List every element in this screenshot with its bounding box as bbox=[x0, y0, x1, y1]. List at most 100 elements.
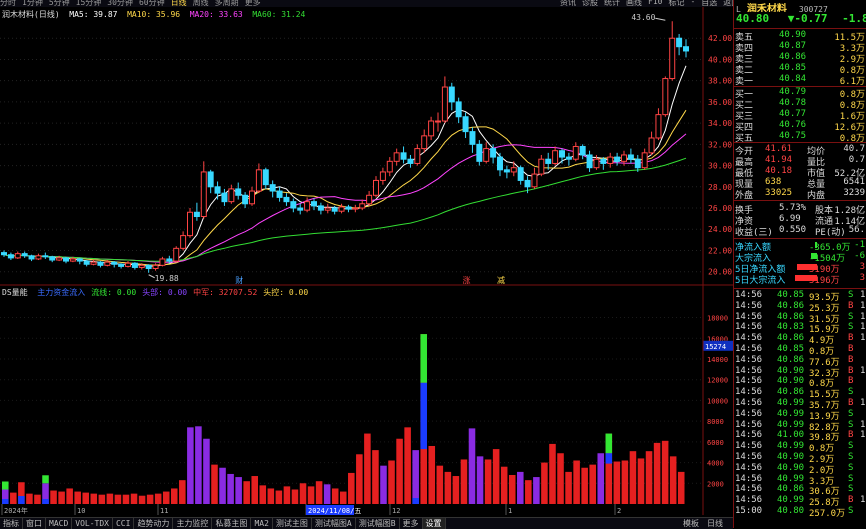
trade-side: B bbox=[848, 300, 854, 311]
bid-row[interactable]: 买四 40.76 12.6万 bbox=[735, 120, 866, 131]
stat-row[interactable]: 现量 638 总量 6541 bbox=[735, 177, 866, 188]
indicator-tab-2[interactable]: MACD bbox=[46, 518, 73, 529]
volume-bar bbox=[372, 450, 379, 504]
trade-row[interactable]: 14:56 40.86 15.5万 S bbox=[735, 387, 866, 398]
stat-row[interactable]: 今开 41.61 均价 40.7 bbox=[735, 144, 866, 155]
trade-row[interactable]: 14:56 40.99 25.8万 B 1 bbox=[735, 495, 866, 506]
trade-volume: 257.0万 bbox=[809, 509, 846, 517]
indicator-tab-12[interactable]: 更多 bbox=[400, 518, 423, 529]
trade-row[interactable]: 14:56 40.85 0.8万 B bbox=[735, 344, 866, 355]
flow-row[interactable]: 大宗流入 -1504万 -6 bbox=[735, 251, 866, 262]
indicator-tab-0[interactable]: 指标 bbox=[0, 518, 23, 529]
bid-row[interactable]: 买三 40.77 1.6万 bbox=[735, 109, 866, 120]
trade-row[interactable]: 14:56 40.86 77.6万 B bbox=[735, 355, 866, 366]
candle-body bbox=[7, 254, 14, 259]
volume-flag-blue bbox=[2, 499, 9, 504]
right-tab-1[interactable]: 日线 bbox=[707, 518, 723, 529]
price-change: ▼-0.77 bbox=[787, 12, 828, 25]
trade-time: 15:00 bbox=[735, 506, 763, 516]
trade-row[interactable]: 14:56 40.85 93.5万 S 1 bbox=[735, 290, 866, 301]
chart-canvas[interactable]: 42.00 40.00 38.00 36.00 34.00 32.00 30.00 28.00… bbox=[0, 7, 733, 515]
indicator-tab-13[interactable]: 设置 bbox=[422, 518, 446, 529]
trade-row[interactable]: 14:56 40.90 0.8万 B bbox=[735, 376, 866, 387]
volume-bar bbox=[404, 427, 411, 504]
flow-label: 5日净流入额 bbox=[735, 265, 786, 273]
trade-row[interactable]: 14:56 40.90 2.0万 S bbox=[735, 463, 866, 474]
trade-row[interactable]: 14:56 40.99 0.8万 S bbox=[735, 441, 866, 452]
volume-tick: 4000 bbox=[707, 460, 724, 468]
ask-row[interactable]: 卖三 40.86 2.9万 bbox=[735, 52, 866, 63]
ask-row[interactable]: 卖五 40.90 11.5万 bbox=[735, 30, 866, 41]
candle-body bbox=[407, 158, 414, 164]
trade-row[interactable]: 14:56 40.90 2.9万 S bbox=[735, 452, 866, 463]
candle-body bbox=[235, 188, 242, 196]
indicator-tab-8[interactable]: MA2 bbox=[251, 518, 273, 529]
volume-bar bbox=[98, 494, 106, 504]
indicator-tab-9[interactable]: 测试主图 bbox=[273, 518, 312, 529]
indicator-tab-5[interactable]: 趋势动力 bbox=[134, 518, 174, 529]
trade-row[interactable]: 15:00 40.80 257.0万 S bbox=[735, 506, 866, 517]
event-marker[interactable]: 涨 bbox=[463, 275, 471, 285]
stat-row[interactable]: 外盘 33025 内盘 3239 bbox=[735, 188, 866, 199]
trade-count: 1 bbox=[860, 365, 866, 376]
trade-side: B bbox=[848, 430, 854, 441]
volume-bar bbox=[26, 493, 33, 504]
date-tick: 2024/11/08/五 bbox=[308, 507, 361, 515]
stat-label: 外盘 bbox=[735, 191, 754, 199]
volume-bar bbox=[573, 460, 580, 504]
trade-count: 1 bbox=[860, 311, 866, 322]
trade-row[interactable]: 14:56 40.83 15.9万 S 1 bbox=[735, 322, 866, 333]
trade-row[interactable]: 14:56 40.86 4.9万 B 1 bbox=[735, 333, 866, 344]
flow-row[interactable]: 净流入额 -365.0万 -1 bbox=[735, 240, 866, 251]
candle-body bbox=[49, 256, 56, 261]
volume-bar bbox=[10, 492, 17, 504]
legend-title: 润木材料(日线) bbox=[2, 10, 60, 19]
candle-body bbox=[104, 261, 111, 266]
trade-row[interactable]: 14:56 40.86 31.5万 S 1 bbox=[735, 312, 866, 323]
stat-row[interactable]: 收益(三) 0.550 PE(动) 56. bbox=[735, 225, 866, 236]
ask-row[interactable]: 卖四 40.87 3.3万 bbox=[735, 41, 866, 52]
indicator-tab-11[interactable]: 测试幅图B bbox=[356, 518, 400, 529]
trade-time: 14:56 bbox=[735, 290, 763, 300]
bid-volume: 12.6万 bbox=[834, 123, 865, 131]
stat-row[interactable]: 换手 5.73% 股本 1.28亿 bbox=[735, 203, 866, 214]
ask-price: 40.87 bbox=[779, 41, 807, 51]
stat-value: 40.18 bbox=[765, 166, 793, 176]
stat-row[interactable]: 最高 41.94 量比 0.7 bbox=[735, 155, 866, 166]
volume-tick: 14000 bbox=[707, 356, 728, 364]
indicator-tab-7[interactable]: 私募主图 bbox=[212, 518, 252, 529]
bid-row[interactable]: 买二 40.78 0.8万 bbox=[735, 98, 866, 109]
event-marker[interactable]: 财 bbox=[235, 275, 243, 285]
stat-row[interactable]: 净资 6.99 流通 1.14亿 bbox=[735, 214, 866, 225]
bid-volume: 0.8万 bbox=[839, 134, 865, 142]
trade-row[interactable]: 14:56 40.90 32.3万 B 1 bbox=[735, 366, 866, 377]
indicator-tab-6[interactable]: 主力监控 bbox=[173, 518, 213, 529]
trade-row[interactable]: 14:56 40.99 13.9万 S bbox=[735, 409, 866, 420]
kline-chart[interactable]: 42.00 40.00 38.00 36.00 34.00 32.00 30.00 28.00… bbox=[0, 7, 733, 515]
candle-body bbox=[614, 156, 621, 162]
trade-row[interactable]: 14:56 40.86 30.6万 S bbox=[735, 484, 866, 495]
right-tab-0[interactable]: 模板 bbox=[683, 518, 699, 529]
trade-row[interactable]: 14:56 40.99 3.3万 S bbox=[735, 474, 866, 485]
trade-row[interactable]: 14:56 40.86 25.3万 B 1 bbox=[735, 301, 866, 312]
trade-row[interactable]: 14:56 41.00 39.8万 B 1 bbox=[735, 430, 866, 441]
last-price: 40.80 bbox=[736, 12, 770, 25]
flow-extra: 3 bbox=[859, 262, 865, 272]
stat-value: 638 bbox=[765, 177, 782, 187]
ask-label: 卖四 bbox=[735, 44, 754, 52]
ask-row[interactable]: 卖二 40.85 0.8万 bbox=[735, 63, 866, 74]
trade-time: 14:56 bbox=[735, 344, 763, 354]
trade-time: 14:56 bbox=[735, 333, 763, 344]
indicator-tab-4[interactable]: CCI bbox=[113, 518, 135, 529]
indicator-tab-3[interactable]: VOL-TDX bbox=[72, 518, 113, 529]
trade-row[interactable]: 14:56 40.99 82.8万 S 1 bbox=[735, 420, 866, 431]
bid-row[interactable]: 买五 40.75 0.8万 bbox=[735, 131, 866, 142]
volume-bar bbox=[162, 491, 170, 504]
bid-row[interactable]: 买一 40.79 0.8万 bbox=[735, 87, 866, 98]
event-marker[interactable]: 减 bbox=[497, 275, 505, 285]
indicator-tab-10[interactable]: 测试幅图A bbox=[312, 518, 356, 529]
trade-row[interactable]: 14:56 40.99 35.7万 B 1 bbox=[735, 398, 866, 409]
indicator-tab-1[interactable]: 窗口 bbox=[23, 518, 46, 529]
ask-row[interactable]: 卖一 40.84 6.1万 bbox=[735, 74, 866, 85]
stat-row[interactable]: 最低 40.18 市值 52.2亿 bbox=[735, 166, 866, 177]
